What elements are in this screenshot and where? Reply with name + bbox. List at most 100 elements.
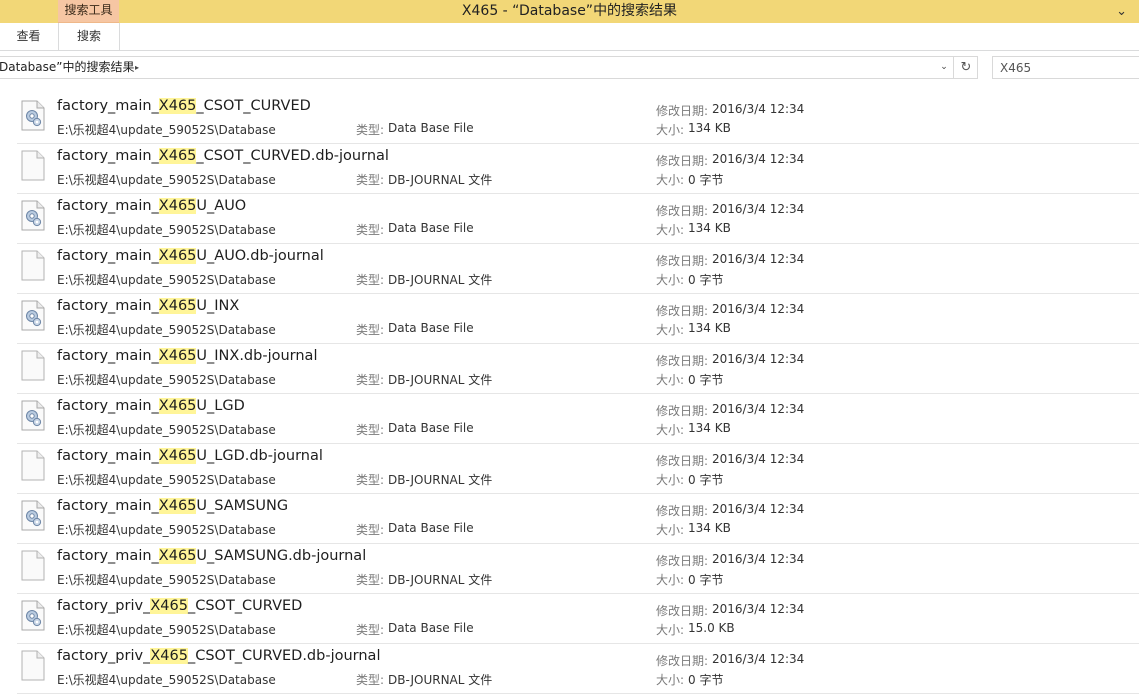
breadcrumb-chevron-icon[interactable]: ▸ bbox=[135, 57, 139, 78]
modified-date-value: 2016/3/4 12:34 bbox=[712, 602, 805, 616]
file-name[interactable]: factory_main_X465U_INX.db-journal bbox=[57, 348, 317, 364]
type-label: 类型: bbox=[356, 623, 385, 637]
file-path: E:\乐视超4\update_59052S\Database bbox=[57, 373, 276, 387]
list-item[interactable]: factory_main_X465U_LGD E:\乐视超4\update_590… bbox=[17, 393, 1139, 444]
file-name[interactable]: factory_main_X465U_SAMSUNG bbox=[57, 498, 288, 514]
list-item[interactable]: factory_priv_X465_CSOT_CURVED.db-journal… bbox=[17, 643, 1139, 694]
type-label: 类型: bbox=[356, 123, 385, 137]
db-file-icon bbox=[21, 300, 45, 331]
search-match-highlight: X465 bbox=[158, 498, 197, 514]
modified-date-value: 2016/3/4 12:34 bbox=[712, 652, 805, 666]
file-name-suffix: U_SAMSUNG.db-journal bbox=[196, 548, 367, 564]
list-item[interactable]: factory_main_X465U_AUO E:\乐视超4\update_590… bbox=[17, 193, 1139, 244]
modified-date-value: 2016/3/4 12:34 bbox=[712, 302, 805, 316]
size-label: 大小: bbox=[656, 123, 685, 137]
type-value: Data Base File bbox=[388, 621, 474, 635]
type-value: Data Base File bbox=[388, 421, 474, 435]
context-tab-search-tools[interactable]: 搜索工具 bbox=[58, 0, 119, 23]
size-value: 0 字节 bbox=[688, 273, 724, 287]
modified-date-value: 2016/3/4 12:34 bbox=[712, 402, 805, 416]
file-name-prefix: factory_priv_ bbox=[57, 648, 151, 664]
search-match-highlight: X465 bbox=[158, 298, 197, 314]
size-label: 大小: bbox=[656, 273, 685, 287]
file-name-suffix: U_LGD.db-journal bbox=[196, 448, 323, 464]
modified-date-value: 2016/3/4 12:34 bbox=[712, 452, 805, 466]
file-name[interactable]: factory_main_X465U_AUO.db-journal bbox=[57, 248, 324, 264]
modified-date-value: 2016/3/4 12:34 bbox=[712, 152, 805, 166]
search-match-highlight: X465 bbox=[158, 548, 197, 564]
size-label: 大小: bbox=[656, 223, 685, 237]
file-name-prefix: factory_main_ bbox=[57, 298, 159, 314]
tab-view[interactable]: 查看 bbox=[0, 23, 57, 50]
file-name[interactable]: factory_main_X465_CSOT_CURVED bbox=[57, 98, 311, 114]
search-match-highlight: X465 bbox=[150, 598, 188, 614]
file-name[interactable]: factory_main_X465U_INX bbox=[57, 298, 239, 314]
file-path: E:\乐视超4\update_59052S\Database bbox=[57, 523, 276, 537]
file-path: E:\乐视超4\update_59052S\Database bbox=[57, 173, 276, 187]
search-match-highlight: X465 bbox=[158, 98, 197, 114]
modified-date-value: 2016/3/4 12:34 bbox=[712, 552, 805, 566]
file-name[interactable]: factory_main_X465U_AUO bbox=[57, 198, 246, 214]
search-match-highlight: X465 bbox=[158, 398, 197, 414]
size-value: 134 KB bbox=[688, 121, 731, 135]
breadcrumb[interactable]: Database”中的搜索结果 bbox=[0, 57, 134, 78]
file-name-suffix: _CSOT_CURVED bbox=[187, 598, 303, 614]
modified-date-label: 修改日期: bbox=[656, 204, 709, 218]
file-name[interactable]: factory_main_X465_CSOT_CURVED.db-journal bbox=[57, 148, 389, 164]
list-item[interactable]: factory_main_X465_CSOT_CURVED E:\乐视超4\upd… bbox=[17, 93, 1139, 144]
list-item[interactable]: factory_main_X465U_SAMSUNG E:\乐视超4\update… bbox=[17, 493, 1139, 544]
refresh-button[interactable]: ↻ bbox=[953, 57, 978, 78]
modified-date-label: 修改日期: bbox=[656, 304, 709, 318]
size-label: 大小: bbox=[656, 573, 685, 587]
type-value: DB-JOURNAL 文件 bbox=[388, 173, 493, 187]
size-value: 134 KB bbox=[688, 421, 731, 435]
type-label: 类型: bbox=[356, 473, 385, 487]
type-label: 类型: bbox=[356, 223, 385, 237]
list-item[interactable]: factory_main_X465U_INX E:\乐视超4\update_590… bbox=[17, 293, 1139, 344]
file-name-suffix: U_AUO bbox=[196, 198, 247, 214]
address-dropdown-icon[interactable]: ⌄ bbox=[937, 57, 951, 78]
file-path: E:\乐视超4\update_59052S\Database bbox=[57, 273, 276, 287]
size-value: 0 字节 bbox=[688, 673, 724, 687]
tab-search[interactable]: 搜索 bbox=[58, 23, 120, 50]
file-name-prefix: factory_priv_ bbox=[57, 598, 151, 614]
list-item[interactable]: factory_main_X465U_LGD.db-journal E:\乐视超4… bbox=[17, 443, 1139, 494]
blank-file-icon bbox=[21, 550, 45, 581]
list-item[interactable]: factory_main_X465U_AUO.db-journal E:\乐视超4… bbox=[17, 243, 1139, 294]
modified-date-label: 修改日期: bbox=[656, 254, 709, 268]
search-match-highlight: X465 bbox=[150, 648, 188, 664]
title-bar: X465 - “Database”中的搜索结果 搜索工具 ⌄ bbox=[0, 0, 1139, 23]
type-value: Data Base File bbox=[388, 221, 474, 235]
list-item[interactable]: factory_main_X465U_SAMSUNG.db-journal E:\… bbox=[17, 543, 1139, 594]
file-name[interactable]: factory_main_X465U_SAMSUNG.db-journal bbox=[57, 548, 366, 564]
file-path: E:\乐视超4\update_59052S\Database bbox=[57, 323, 276, 337]
modified-date-value: 2016/3/4 12:34 bbox=[712, 202, 805, 216]
list-item[interactable]: factory_main_X465U_INX.db-journal E:\乐视超4… bbox=[17, 343, 1139, 394]
file-name-prefix: factory_main_ bbox=[57, 348, 159, 364]
type-value: DB-JOURNAL 文件 bbox=[388, 273, 493, 287]
file-name[interactable]: factory_main_X465U_LGD bbox=[57, 398, 245, 414]
file-name-suffix: _CSOT_CURVED.db-journal bbox=[196, 148, 389, 164]
address-bar[interactable]: Database”中的搜索结果 ▸ ⌄ ↻ bbox=[0, 56, 978, 79]
size-label: 大小: bbox=[656, 173, 685, 187]
size-label: 大小: bbox=[656, 373, 685, 387]
file-name[interactable]: factory_main_X465U_LGD.db-journal bbox=[57, 448, 323, 464]
type-label: 类型: bbox=[356, 673, 385, 687]
modified-date-value: 2016/3/4 12:34 bbox=[712, 102, 805, 116]
list-item[interactable]: factory_priv_X465_CSOT_CURVED E:\乐视超4\upd… bbox=[17, 593, 1139, 644]
size-label: 大小: bbox=[656, 323, 685, 337]
type-label: 类型: bbox=[356, 573, 385, 587]
type-label: 类型: bbox=[356, 173, 385, 187]
list-item[interactable]: factory_main_X465_CSOT_CURVED.db-journal… bbox=[17, 143, 1139, 194]
chevron-down-icon[interactable]: ⌄ bbox=[1116, 0, 1127, 23]
modified-date-value: 2016/3/4 12:34 bbox=[712, 352, 805, 366]
search-box[interactable] bbox=[992, 56, 1139, 79]
size-label: 大小: bbox=[656, 423, 685, 437]
modified-date-label: 修改日期: bbox=[656, 554, 709, 568]
db-file-icon bbox=[21, 600, 45, 631]
file-name-suffix: U_INX bbox=[196, 298, 240, 314]
search-input[interactable] bbox=[993, 57, 1139, 79]
file-name[interactable]: factory_priv_X465_CSOT_CURVED.db-journal bbox=[57, 648, 380, 664]
file-name[interactable]: factory_priv_X465_CSOT_CURVED bbox=[57, 598, 302, 614]
file-name-suffix: U_LGD bbox=[196, 398, 245, 414]
